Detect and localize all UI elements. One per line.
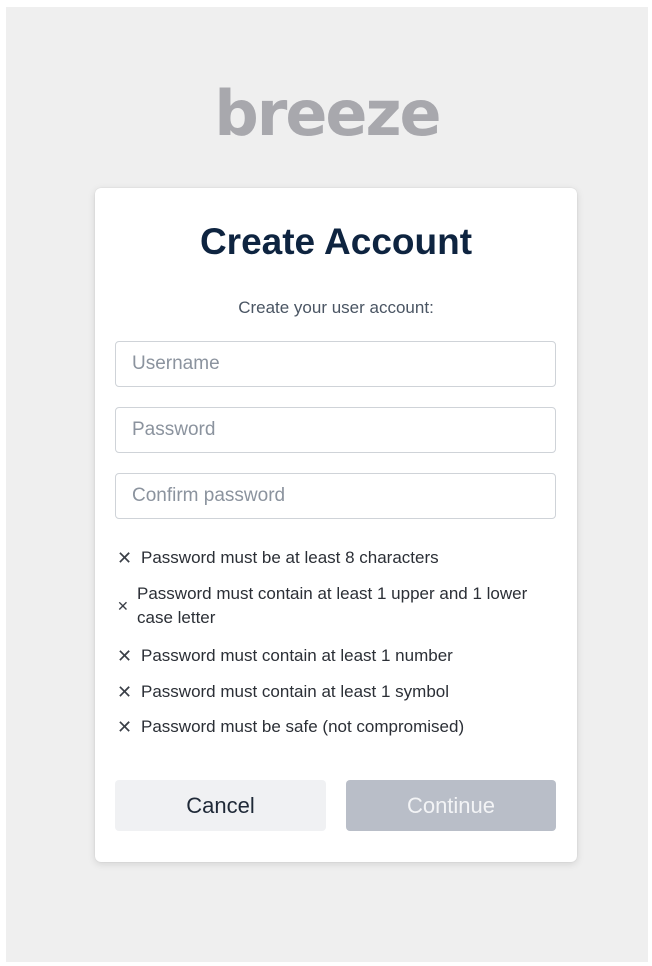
x-icon: ✕ [117,598,129,614]
requirement-text: Password must contain at least 1 number [141,646,453,665]
requirement-symbol: ✕ Password must contain at least 1 symbo… [117,680,547,704]
requirement-not-compromised: ✕ Password must be safe (not compromised… [117,715,547,739]
requirement-text: Password must contain at least 1 symbol [141,682,450,701]
requirement-text: Password must be safe (not compromised) [141,717,465,736]
confirm-password-input[interactable] [115,473,556,519]
breeze-logo: breeze [214,77,441,150]
page-background: breeze Create Account Create your user a… [6,7,648,962]
create-account-card: Create Account Create your user account:… [95,188,577,862]
x-icon: ✕ [117,548,133,568]
x-icon: ✕ [117,717,133,737]
continue-button[interactable]: Continue [346,780,556,831]
x-icon: ✕ [117,646,133,666]
form-subtitle: Create your user account: [238,298,434,317]
cancel-button[interactable]: Cancel [115,780,326,831]
requirement-min-length: ✕ Password must be at least 8 characters [117,546,547,570]
requirement-text: Password must be at least 8 characters [141,548,439,567]
username-input[interactable] [115,341,556,387]
requirement-text: Password must contain at least 1 upper a… [137,584,528,627]
x-icon: ✕ [117,682,133,702]
requirement-upper-lower-case: ✕ Password must contain at least 1 upper… [117,582,547,630]
page-title: Create Account [199,221,473,262]
requirement-number: ✕ Password must contain at least 1 numbe… [117,644,547,668]
password-input[interactable] [115,407,556,453]
